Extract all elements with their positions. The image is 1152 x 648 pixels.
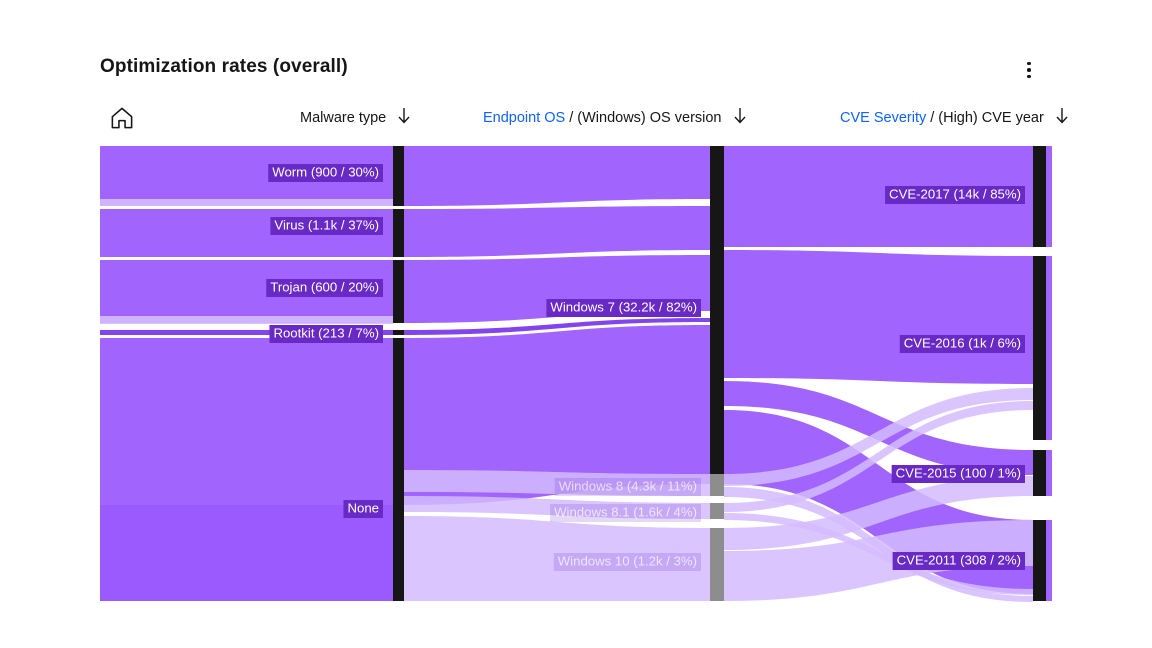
- sankey-node-rootkit[interactable]: [393, 330, 404, 335]
- sankey-inflow-faded-strip: [100, 316, 393, 324]
- sankey-diagram: Worm (900 / 30%) Virus (1.1k / 37%) Trojan…: [100, 146, 1052, 602]
- sankey-node-label-worm[interactable]: Worm (900 / 30%): [268, 164, 383, 182]
- sankey-node-label-win10[interactable]: Windows 10 (1.2k / 3%): [553, 553, 701, 571]
- sankey-outflow-cve2015: [1046, 450, 1052, 496]
- sankey-node-label-win8[interactable]: Windows 8 (4.3k / 11%): [554, 478, 701, 496]
- sankey-node-label-cve2011[interactable]: CVE-2011 (308 / 2%): [892, 552, 1025, 570]
- sankey-inflow-none[interactable]: [100, 338, 393, 601]
- sankey-node-label-text: Windows 7 (32.2k / 82%): [550, 299, 697, 314]
- sankey-node-win10[interactable]: [710, 528, 724, 601]
- sankey-node-win8[interactable]: [710, 474, 724, 496]
- sankey-node-label-cve2016[interactable]: CVE-2016 (1k / 6%): [899, 335, 1025, 353]
- sankey-node-label-text: Worm (900 / 30%): [272, 164, 379, 179]
- sankey-node-label-text: Windows 8.1 (1.6k / 4%): [554, 504, 697, 519]
- sankey-node-cve2016[interactable]: [1033, 256, 1046, 440]
- sankey-node-cve2017[interactable]: [1033, 146, 1046, 247]
- sankey-link-worm-to-win7[interactable]: [404, 146, 710, 206]
- sankey-node-cve2011[interactable]: [1033, 520, 1046, 601]
- sankey-node-label-none[interactable]: None: [343, 500, 383, 518]
- sankey-chart-card: Optimization rates (overall) Malware typ…: [0, 0, 1152, 648]
- sankey-node-trojan[interactable]: [393, 260, 404, 323]
- sankey-node-label-text: Windows 8 (4.3k / 11%): [559, 478, 697, 493]
- sankey-node-label-text: CVE-2016 (1k / 6%): [904, 335, 1021, 350]
- sankey-node-label-rootkit[interactable]: Rootkit (213 / 7%): [269, 325, 383, 343]
- sankey-node-label-text: CVE-2011 (308 / 2%): [897, 552, 1021, 567]
- sankey-node-label-virus[interactable]: Virus (1.1k / 37%): [270, 217, 383, 235]
- sankey-node-label-text: None: [347, 500, 379, 515]
- sankey-outflow-cve2017: [1046, 146, 1052, 247]
- sankey-node-worm[interactable]: [393, 146, 404, 206]
- sankey-node-label-cve2017[interactable]: CVE-2017 (14k / 85%): [885, 186, 1025, 204]
- sankey-node-label-text: Rootkit (213 / 7%): [273, 325, 379, 340]
- sankey-node-label-win81[interactable]: Windows 8.1 (1.6k / 4%): [550, 504, 701, 522]
- sankey-link-win7-to-cve2016[interactable]: [724, 250, 1033, 384]
- sankey-node-label-cve2015[interactable]: CVE-2015 (100 / 1%): [891, 465, 1025, 483]
- sankey-node-label-text: Virus (1.1k / 37%): [274, 217, 379, 232]
- sankey-node-win7[interactable]: [710, 146, 724, 484]
- sankey-links-layer: [100, 146, 1033, 602]
- sankey-node-win81[interactable]: [710, 503, 724, 519]
- sankey-node-cve2015[interactable]: [1033, 450, 1046, 496]
- sankey-node-none[interactable]: [393, 338, 404, 601]
- sankey-link-virus-to-win7[interactable]: [404, 206, 710, 257]
- sankey-node-label-text: Windows 10 (1.2k / 3%): [558, 553, 697, 568]
- sankey-node-label-text: CVE-2015 (100 / 1%): [896, 465, 1021, 480]
- sankey-node-label-text: Trojan (600 / 20%): [270, 279, 379, 294]
- sankey-node-label-win7[interactable]: Windows 7 (32.2k / 82%): [546, 299, 701, 317]
- sankey-inflow-faded-strip: [100, 199, 393, 206]
- sankey-node-label-trojan[interactable]: Trojan (600 / 20%): [266, 279, 383, 297]
- sankey-node-virus[interactable]: [393, 209, 404, 257]
- sankey-outflow-cve2016: [1046, 256, 1052, 440]
- sankey-outflow-cve2011: [1046, 520, 1052, 601]
- sankey-node-label-text: CVE-2017 (14k / 85%): [889, 186, 1021, 201]
